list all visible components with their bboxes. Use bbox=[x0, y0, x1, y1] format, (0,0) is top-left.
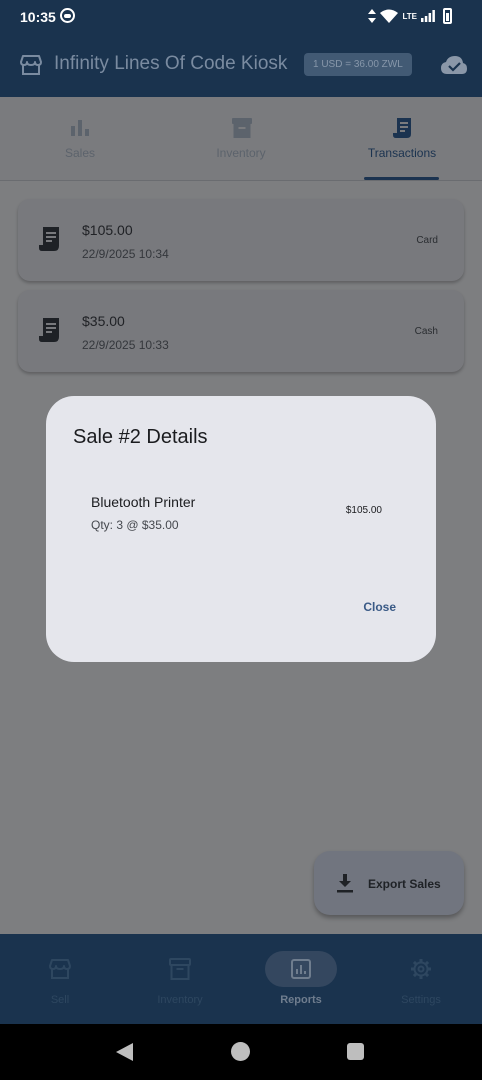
app-title: Infinity Lines Of Code Kiosk bbox=[54, 53, 288, 74]
nav-label-inventory: Inventory bbox=[157, 994, 203, 1006]
item-quantity: Qty: 3 @ $35.00 bbox=[91, 518, 179, 532]
receipt-icon bbox=[39, 318, 59, 342]
back-icon[interactable] bbox=[116, 1043, 133, 1061]
tab-indicator bbox=[364, 177, 439, 180]
nav-item-settings[interactable]: Settings bbox=[361, 934, 481, 1024]
nav-label-sell: Sell bbox=[50, 994, 70, 1006]
signal-icon bbox=[421, 10, 435, 22]
nav-label-settings: Settings bbox=[401, 994, 441, 1006]
export-sales-label: Export Sales bbox=[368, 877, 441, 891]
cloud-done-icon[interactable] bbox=[440, 54, 468, 76]
app-bar: Infinity Lines Of Code Kiosk 1 USD = 36.… bbox=[0, 34, 482, 97]
tab-inventory-label: Inventory bbox=[216, 146, 266, 160]
dialog-title: Sale #2 Details bbox=[73, 426, 208, 448]
network-type: LTE bbox=[402, 11, 417, 21]
nav-item-inventory[interactable]: Inventory bbox=[120, 934, 240, 1024]
receipt-icon bbox=[393, 118, 411, 138]
transaction-card[interactable]: $35.00 22/9/2025 10:33 Cash bbox=[18, 290, 464, 372]
archive-box-icon bbox=[232, 118, 252, 138]
tab-inventory[interactable]: Inventory bbox=[161, 97, 321, 181]
tab-transactions-label: Transactions bbox=[367, 146, 437, 160]
nav-item-sell[interactable]: Sell bbox=[0, 934, 120, 1024]
transaction-date: 22/9/2025 10:33 bbox=[82, 338, 169, 352]
reports-tabs: Sales Inventory Transactions bbox=[0, 97, 482, 181]
item-total: $105.00 bbox=[345, 505, 382, 516]
data-arrows-icon bbox=[368, 9, 377, 23]
status-bar: 10:35 LTE bbox=[0, 0, 482, 34]
gear-icon bbox=[411, 959, 431, 979]
tab-sales[interactable]: Sales bbox=[0, 97, 160, 181]
status-icons: LTE bbox=[368, 6, 452, 26]
battery-icon bbox=[443, 8, 452, 24]
close-button[interactable]: Close bbox=[357, 598, 402, 616]
transaction-amount: $35.00 bbox=[82, 313, 125, 329]
bar-chart-icon bbox=[71, 120, 89, 136]
nav-item-reports[interactable]: Reports bbox=[241, 934, 361, 1024]
payment-method: Cash bbox=[414, 326, 438, 337]
tab-sales-label: Sales bbox=[64, 146, 96, 160]
recent-apps-icon[interactable] bbox=[347, 1043, 364, 1060]
exchange-rate-chip[interactable]: 1 USD = 36.00 ZWL bbox=[304, 53, 412, 76]
receipt-icon bbox=[39, 227, 59, 251]
status-time: 10:35 bbox=[20, 9, 56, 25]
storefront-icon bbox=[20, 55, 42, 75]
storefront-icon bbox=[49, 959, 71, 979]
transaction-date: 22/9/2025 10:34 bbox=[82, 247, 169, 261]
archive-box-icon bbox=[169, 958, 191, 980]
sale-details-dialog: Sale #2 Details Bluetooth Printer Qty: 3… bbox=[46, 396, 436, 662]
export-sales-button[interactable]: Export Sales bbox=[314, 851, 464, 915]
tab-transactions[interactable]: Transactions bbox=[322, 97, 482, 181]
item-name: Bluetooth Printer bbox=[91, 494, 196, 510]
transaction-amount: $105.00 bbox=[82, 222, 133, 238]
download-icon bbox=[337, 874, 353, 893]
home-icon[interactable] bbox=[231, 1042, 250, 1061]
transaction-card[interactable]: $105.00 22/9/2025 10:34 Card bbox=[18, 199, 464, 281]
analytics-icon bbox=[291, 959, 311, 979]
system-navigation-bar bbox=[0, 1024, 482, 1080]
bottom-navigation: Sell Inventory Reports Settings bbox=[0, 934, 482, 1024]
payment-method: Card bbox=[416, 235, 438, 246]
wifi-icon bbox=[380, 9, 399, 23]
notification-icon bbox=[60, 8, 75, 23]
nav-label-reports: Reports bbox=[280, 994, 322, 1006]
